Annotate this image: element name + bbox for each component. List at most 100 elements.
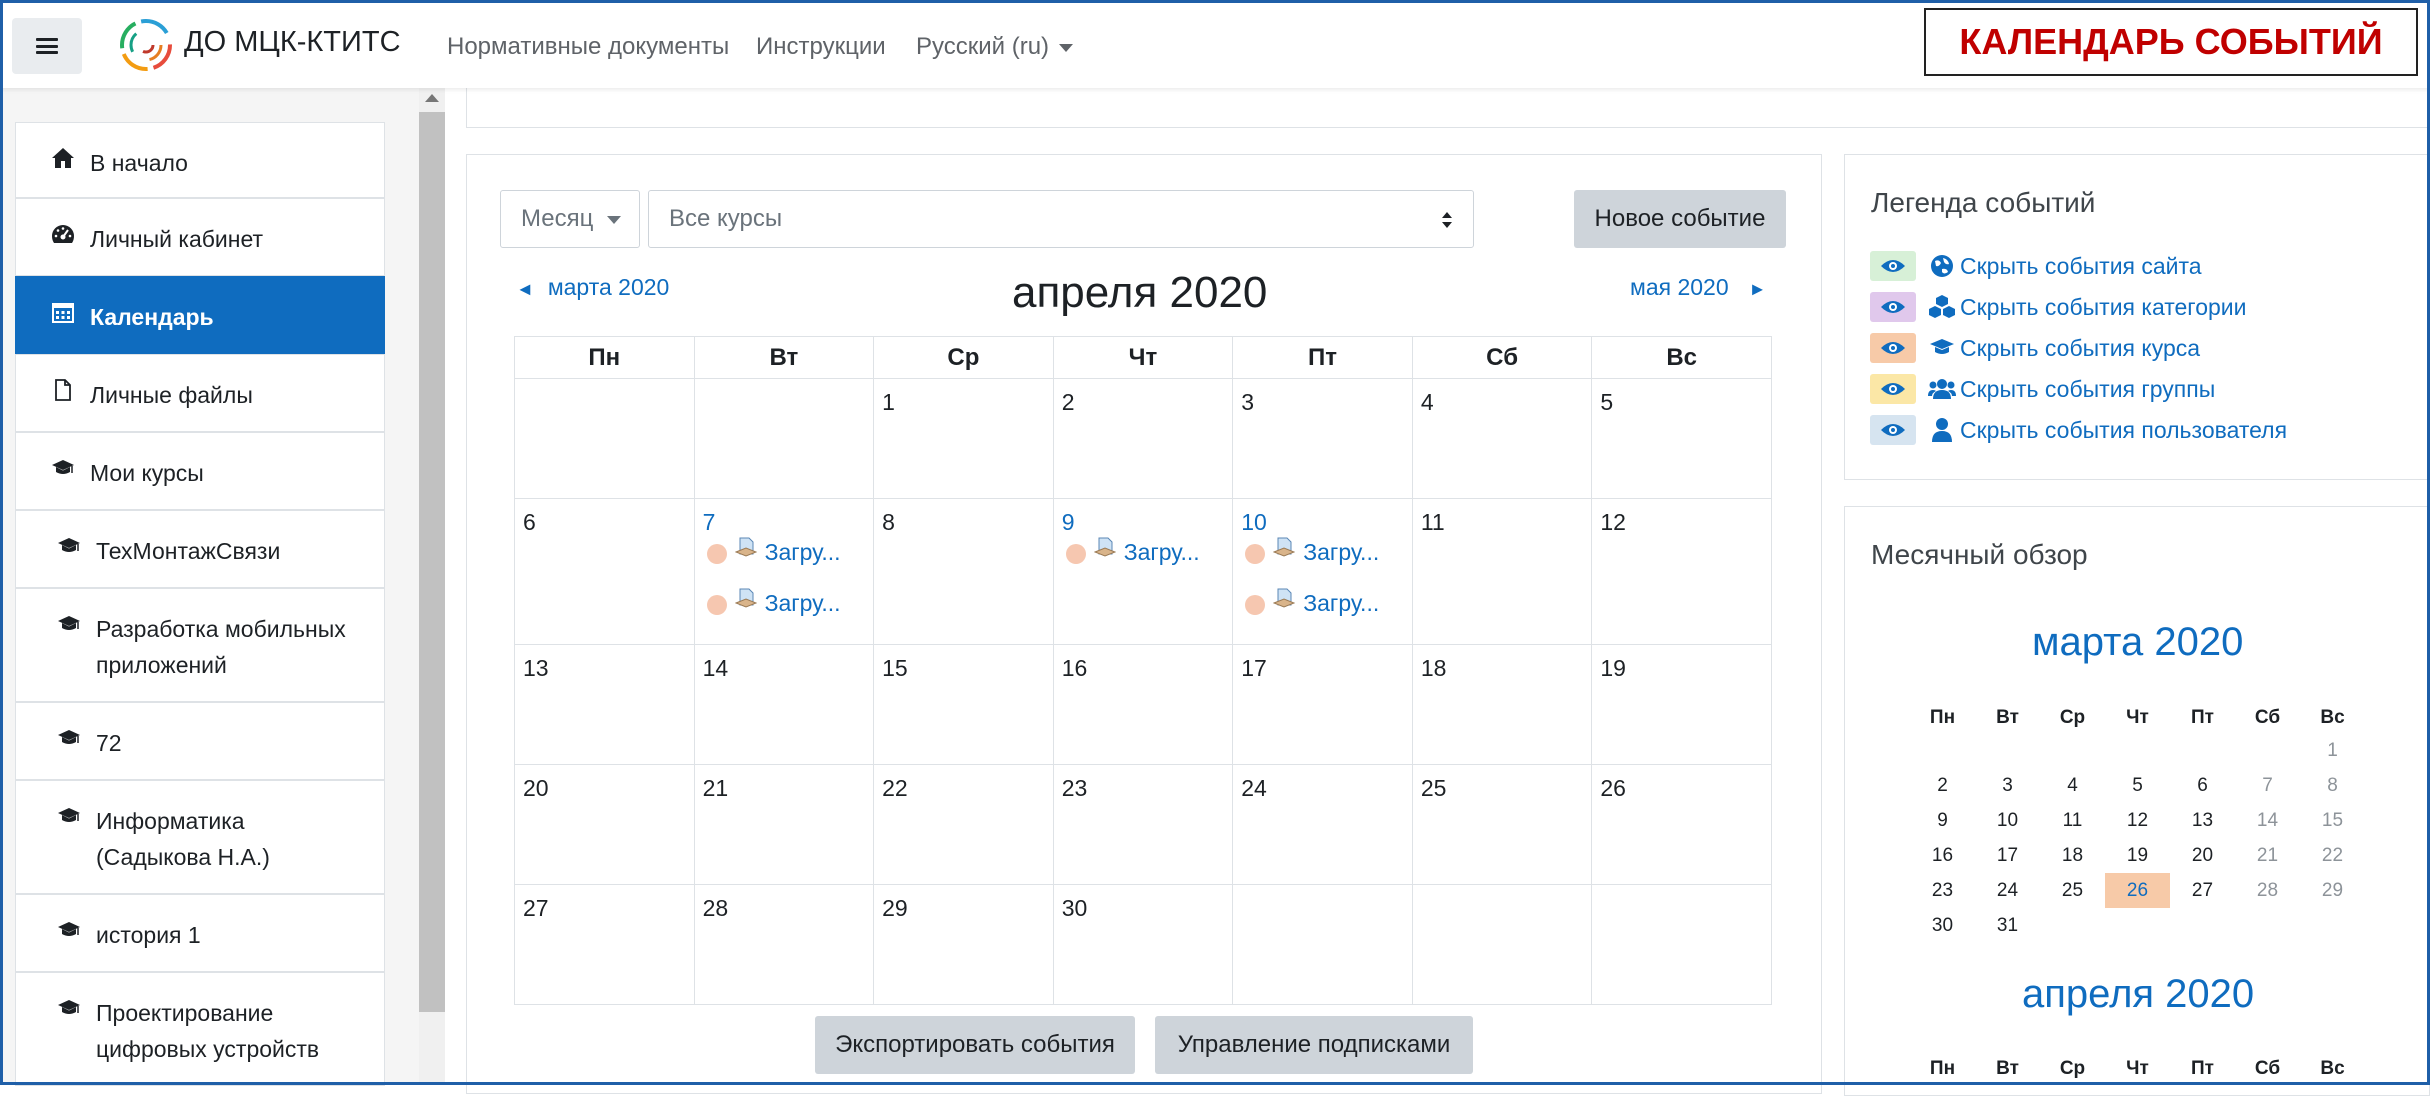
day-cell[interactable]: 19 (1591, 644, 1772, 765)
day-link[interactable]: 7 (703, 509, 716, 536)
mini-day: 2 (1937, 774, 1948, 796)
day-number: 13 (523, 655, 549, 681)
day-number: 12 (1600, 509, 1626, 535)
event-link[interactable]: Загру... (706, 537, 841, 566)
day-cell[interactable]: 25 (1411, 764, 1593, 885)
day-cell[interactable]: 5 (1591, 378, 1772, 499)
mini-weekday: Чт (2126, 1058, 2149, 1079)
day-cell[interactable]: 10 Загру... Загру... (1232, 498, 1413, 645)
legend-title: Легенда событий (1871, 187, 2096, 218)
day-cell[interactable]: 27 (514, 884, 695, 1005)
graduation-cap-icon (1930, 339, 1954, 354)
drawer-scrollbar[interactable] (419, 88, 445, 1085)
view-select[interactable]: Месяц (500, 190, 640, 248)
day-cell[interactable]: 24 (1232, 764, 1413, 885)
prev-month-link[interactable]: ◄ марта 2020 (516, 274, 669, 301)
day-cell[interactable]: 20 (514, 764, 695, 885)
course-event-dot (1245, 594, 1266, 615)
assignment-icon (1273, 588, 1296, 608)
eye-icon (1881, 342, 1905, 354)
day-cell[interactable]: 23 (1052, 764, 1234, 885)
day-cell[interactable]: 7 Загру... Загру... (693, 498, 875, 645)
day-cell[interactable]: 18 (1411, 644, 1593, 765)
nav-item-calendar[interactable]: Календарь (15, 276, 385, 354)
mini-day: 18 (2061, 844, 2084, 866)
mini-weekday: Вт (1996, 1058, 2019, 1079)
day-cell[interactable]: 13 (514, 644, 695, 765)
day-cell[interactable]: 11 (1411, 498, 1593, 645)
day-link[interactable]: 10 (1241, 509, 1267, 536)
day-cell[interactable]: 21 (693, 764, 875, 885)
day-number: 19 (1600, 655, 1626, 681)
nav-link-instructions[interactable]: Инструкции (756, 33, 886, 61)
nav-item-my-courses[interactable]: Мои курсы (15, 432, 385, 510)
day-cell[interactable]: 26 (1591, 764, 1772, 885)
export-events-button[interactable]: Экспортировать события (815, 1016, 1135, 1074)
day-cell[interactable]: 29 (873, 884, 1054, 1005)
annotation-label: КАЛЕНДАРЬ СОБЫТИЙ (1924, 8, 2418, 76)
day-cell[interactable]: 28 (693, 884, 875, 1005)
course-select-value: Все курсы (669, 205, 783, 232)
mini-day (2040, 908, 2105, 943)
mini-day-today[interactable]: 26 (2105, 873, 2170, 908)
caret-down-icon (607, 215, 622, 224)
scrollbar-thumb[interactable] (419, 112, 445, 1012)
day-number: 3 (1241, 389, 1255, 415)
day-cell[interactable]: 14 (693, 644, 875, 765)
day-number: 8 (882, 509, 895, 535)
nav-item-label: Мои курсы (90, 460, 204, 486)
mini-day: 29 (2321, 879, 2344, 901)
nav-item-home[interactable]: В начало (15, 122, 385, 198)
day-number: 4 (1420, 389, 1434, 415)
day-cell[interactable]: 3 (1232, 378, 1413, 499)
day-cell[interactable]: 15 (873, 644, 1054, 765)
nav-link-documents[interactable]: Нормативные документы (447, 33, 729, 61)
day-cell-empty (1232, 884, 1413, 1005)
nav-item-course[interactable]: 72 (15, 702, 385, 780)
site-brand-link[interactable]: ДО МЦК-КТИТС (184, 26, 401, 59)
scroll-up-icon[interactable] (425, 94, 439, 102)
day-cell[interactable]: 1 (873, 378, 1054, 499)
nav-item-course[interactable]: история 1 (15, 894, 385, 972)
mini-day: 24 (1996, 879, 2019, 901)
new-event-button[interactable]: Новое событие (1574, 190, 1786, 248)
mini-weekday: Пн (1929, 1058, 1956, 1079)
mini-day: 3 (2002, 774, 2013, 796)
day-number: 21 (702, 775, 729, 801)
mini-month-title[interactable]: апреля 2020 (2022, 972, 2254, 1017)
day-cell[interactable]: 9 Загру... (1052, 498, 1234, 645)
day-cell[interactable]: 4 (1411, 378, 1593, 499)
next-month-link[interactable]: мая 2020 ► (1630, 274, 1766, 301)
nav-item-course[interactable]: Проектирование цифровых устройств (15, 972, 385, 1086)
language-menu[interactable]: Русский (ru) (916, 33, 1074, 61)
nav-item-course[interactable]: ТехМонтажСвязи (15, 510, 385, 588)
nav-item-course[interactable]: Информатика (Садыкова Н.А.) (15, 780, 385, 894)
event-link[interactable]: Загру... (1065, 537, 1200, 566)
day-cell[interactable]: 8 (873, 498, 1054, 645)
nav-item-course[interactable]: Разработка мобильных приложений (15, 588, 385, 702)
mini-weekday: Ср (2059, 707, 2086, 728)
day-cell[interactable]: 22 (873, 764, 1054, 885)
day-cell[interactable]: 6 (514, 498, 695, 645)
prev-month-label: марта 2020 (547, 274, 670, 300)
course-select[interactable]: Все курсы (648, 190, 1474, 248)
event-link[interactable]: Загру... (706, 588, 841, 617)
day-cell[interactable]: 2 (1052, 378, 1234, 499)
day-cell[interactable]: 12 (1591, 498, 1772, 645)
mini-day: 22 (2321, 844, 2344, 866)
event-link[interactable]: Загру... (1245, 588, 1379, 617)
day-cell[interactable]: 30 (1052, 884, 1234, 1005)
day-cell[interactable]: 17 (1232, 644, 1413, 765)
manage-subscriptions-button[interactable]: Управление подписками (1155, 1016, 1473, 1074)
menu-toggle-button[interactable] (12, 18, 82, 74)
eye-icon (1881, 383, 1905, 395)
day-cell[interactable]: 16 (1052, 644, 1234, 765)
nav-item-dashboard[interactable]: Личный кабинет (15, 198, 385, 276)
mini-weekday: Вс (2320, 707, 2345, 728)
mini-day (2040, 733, 2105, 768)
nav-item-private-files[interactable]: Личные файлы (15, 354, 385, 432)
event-link[interactable]: Загру... (1245, 537, 1379, 566)
day-cell-empty (1411, 884, 1593, 1005)
mini-month-title[interactable]: марта 2020 (2032, 620, 2243, 665)
day-link[interactable]: 9 (1062, 509, 1075, 536)
